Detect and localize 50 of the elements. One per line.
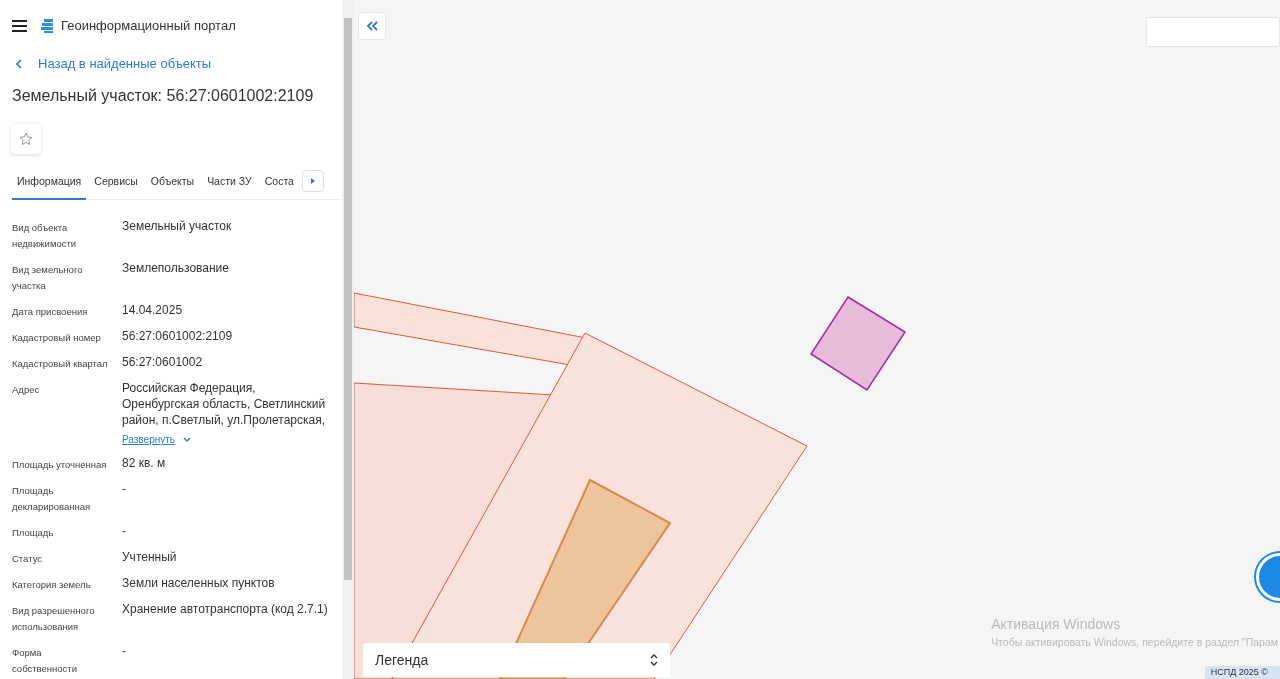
field-label: Статус (12, 552, 44, 566)
field-value: Учтенный (122, 549, 177, 565)
field-label: Вид земельного участка (12, 263, 84, 293)
tab[interactable]: Части ЗУ (202, 170, 257, 200)
field-value: - (122, 643, 126, 659)
tab[interactable]: Сервисы (89, 170, 143, 200)
chevron-down-icon[interactable] (183, 437, 191, 442)
tab[interactable]: Объекты (145, 170, 200, 200)
field-label: Кадастровый квартал (12, 357, 109, 371)
portal-title: Геоинформационный портал (61, 17, 236, 36)
double-chevron-left-icon (366, 21, 378, 31)
collapse-panel-button[interactable] (358, 12, 386, 40)
field-label: Площадь (12, 526, 55, 540)
field-value: Земли населенных пунктов (122, 575, 275, 591)
attribution-label: НСПД 2025 © (1204, 665, 1280, 679)
activation-title: Активация Windows (991, 615, 1122, 634)
scrollbar[interactable] (342, 0, 354, 679)
object-title: Земельный участок: 56:27:0601002:2109 (12, 86, 315, 106)
field-value: Хранение автотранспорта (код 2.7.1) (122, 601, 328, 617)
field-value: 14.04.2025 (122, 302, 183, 318)
field-label: Площадь декларированная (12, 484, 92, 514)
field-value: 56:27:0601002:2109 (122, 328, 233, 344)
back-link[interactable]: Назад в найденные объекты (38, 54, 212, 74)
field-value: Российская Федерация, Оренбургская область, Светлинский район, п.Светлый, ул.Пролетарская, (122, 380, 327, 428)
field-value: Земельный участок (122, 218, 232, 234)
field-label: Форма собственности (12, 646, 78, 676)
field-label: Категория земель (12, 578, 92, 592)
field-value: - (122, 481, 126, 497)
menu-icon[interactable] (12, 20, 27, 32)
star-icon (19, 132, 33, 146)
triangle-right-icon (310, 178, 315, 184)
tab[interactable]: Соста (259, 170, 299, 200)
legend-dropdown[interactable]: Легенда (363, 643, 670, 677)
field-value: - (122, 523, 126, 539)
field-label: Дата присвоения (12, 305, 89, 319)
field-label: Кадастровый номер (12, 331, 102, 345)
scroll-tabs-button[interactable] (301, 170, 324, 192)
field-value: Землепользование (122, 260, 229, 276)
field-value: 56:27:0601002 (122, 354, 203, 370)
field-value: 82 кв. м (122, 455, 166, 471)
tab[interactable]: Информация (12, 170, 87, 200)
field-label: Вид объекта недвижимости (12, 221, 78, 251)
logo-icon (41, 19, 53, 33)
favorite-button[interactable] (11, 124, 41, 154)
field-label: Адрес (12, 383, 41, 397)
field-label: Площадь уточненная (12, 458, 108, 472)
sort-icon (650, 654, 658, 666)
field-label: Вид разрешенного использования (12, 604, 96, 634)
search-field[interactable] (1146, 17, 1280, 47)
expand-link[interactable]: Развернуть (122, 432, 175, 447)
